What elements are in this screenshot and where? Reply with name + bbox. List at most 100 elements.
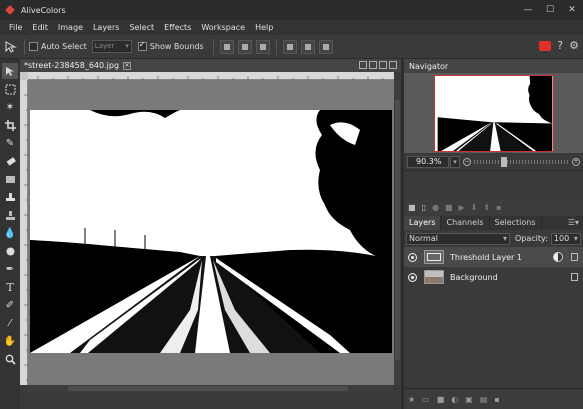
layer-row[interactable]: Threshold Layer 1 — [404, 247, 583, 267]
menu-layers[interactable]: Layers — [88, 20, 124, 35]
layer-name: Background — [450, 272, 498, 282]
layers-footer-toolbar: ★ ▭ ■ ◐ ▣ ▤ ▪ — [404, 388, 583, 409]
minimize-button[interactable]: — — [517, 0, 539, 20]
hand-icon[interactable]: ✋ — [2, 333, 18, 349]
auto-select-label: Auto Select — [41, 42, 87, 51]
adjustment-mask-icon[interactable] — [553, 252, 563, 262]
menu-workspace[interactable]: Workspace — [196, 20, 250, 35]
separator — [212, 38, 214, 55]
menu-image[interactable]: Image — [53, 20, 88, 35]
blend-mode-select[interactable]: Normal — [406, 232, 510, 245]
app-title: AliveColors — [21, 5, 66, 15]
zoom-out-icon[interactable]: − — [463, 157, 471, 166]
magic-wand-icon[interactable]: ✶ — [2, 99, 18, 115]
layer-dropdown[interactable]: Layer — [91, 40, 132, 53]
play-icon[interactable]: ▶ — [459, 203, 465, 212]
show-bounds-checkbox[interactable] — [137, 40, 147, 51]
record-icon[interactable]: ● — [432, 203, 439, 212]
menu-file[interactable]: File — [4, 20, 27, 35]
gradient-icon[interactable] — [2, 171, 18, 187]
vertical-scrollbar-thumb[interactable] — [395, 100, 400, 360]
move-icon[interactable] — [2, 63, 18, 79]
path-select-icon[interactable]: ✐ — [2, 297, 18, 313]
align-right-button[interactable] — [255, 39, 270, 54]
group-icon[interactable]: ■ — [437, 395, 445, 404]
pen-icon[interactable]: ✒ — [2, 261, 18, 277]
visibility-eye-icon[interactable] — [409, 253, 416, 261]
eraser-icon[interactable] — [2, 153, 18, 169]
align-left-button[interactable] — [219, 39, 234, 54]
tab-layers[interactable]: Layers — [404, 216, 442, 230]
trash-icon[interactable]: ▪ — [494, 395, 499, 404]
maximize-button[interactable]: ☐ — [539, 0, 561, 20]
panel-menu-icon[interactable]: ☰▾ — [568, 218, 579, 227]
upload-icon[interactable]: ⬆ — [483, 203, 490, 212]
layer-row[interactable]: Background — [404, 267, 583, 287]
empty-panel-area — [404, 170, 583, 198]
stamp-icon[interactable] — [2, 207, 18, 223]
text-icon[interactable]: T — [2, 279, 18, 295]
tab-channels[interactable]: Channels — [441, 216, 490, 230]
close-icon[interactable]: ✕ — [123, 61, 132, 70]
vertical-scrollbar[interactable] — [394, 80, 401, 385]
brush-icon[interactable]: ✎ — [2, 135, 18, 151]
zoom-input[interactable]: 90.3% — [407, 155, 449, 168]
trash-icon[interactable]: ▪ — [496, 203, 501, 212]
document-tab-title: *street-238458_640.jpg — [24, 61, 120, 70]
eyedropper-icon[interactable]: ⁄ — [2, 315, 18, 331]
gear-icon[interactable]: ⚙ — [569, 39, 579, 52]
chat-icon[interactable] — [539, 40, 552, 51]
close-button[interactable]: ✕ — [561, 0, 583, 20]
zoom-slider[interactable] — [474, 156, 569, 167]
grid-view-icon[interactable] — [369, 61, 377, 69]
mask-icon[interactable]: ◐ — [451, 395, 458, 404]
zoom-dropdown-arrow[interactable]: ▾ — [450, 155, 460, 168]
folder-icon[interactable]: ■ — [408, 203, 416, 212]
visibility-eye-icon[interactable] — [409, 273, 416, 281]
horizontal-scrollbar-thumb[interactable] — [68, 386, 348, 391]
menu-bar: File Edit Image Layers Select Effects Wo… — [0, 20, 583, 35]
vertical-ruler — [20, 80, 28, 385]
navigator-preview[interactable] — [404, 73, 583, 153]
tile-view-icon[interactable] — [379, 61, 387, 69]
marquee-icon[interactable] — [2, 81, 18, 97]
align-center-h-button[interactable] — [237, 39, 252, 54]
menu-edit[interactable]: Edit — [27, 20, 53, 35]
help-icon[interactable]: ? — [557, 39, 563, 52]
float-view-icon[interactable] — [389, 61, 397, 69]
layer-name: Threshold Layer 1 — [450, 252, 522, 262]
align-middle-button[interactable] — [300, 39, 315, 54]
duplicate-icon[interactable]: ▤ — [480, 395, 488, 404]
menu-effects[interactable]: Effects — [159, 20, 196, 35]
download-icon[interactable]: ⬇ — [471, 203, 478, 212]
stop-icon[interactable]: ■ — [445, 203, 453, 212]
align-bottom-button[interactable] — [318, 39, 333, 54]
menu-select[interactable]: Select — [124, 20, 159, 35]
zoom-in-icon[interactable]: + — [572, 157, 580, 166]
blur-icon[interactable]: 💧 — [2, 225, 18, 241]
align-top-button[interactable] — [282, 39, 297, 54]
auto-select-checkbox[interactable] — [29, 42, 38, 51]
navigator-thumbnail[interactable] — [434, 75, 554, 152]
zoom-slider-handle[interactable] — [500, 156, 507, 167]
crop-icon[interactable] — [2, 117, 18, 133]
clone-stamp-icon[interactable] — [2, 189, 18, 205]
dodge-icon[interactable] — [2, 243, 18, 259]
new-document-icon[interactable]: ▯ — [422, 203, 426, 212]
move-tool-preset-icon[interactable] — [2, 38, 20, 56]
menu-help[interactable]: Help — [250, 20, 278, 35]
horizontal-scrollbar[interactable] — [28, 385, 394, 392]
image-canvas[interactable] — [30, 110, 392, 353]
tab-selections[interactable]: Selections — [490, 216, 542, 230]
lock-icon[interactable] — [571, 273, 578, 281]
document-tab[interactable]: *street-238458_640.jpg ✕ — [20, 59, 401, 72]
zoom-icon[interactable] — [2, 351, 18, 367]
adjustment-icon[interactable]: ▣ — [465, 395, 473, 404]
document-icon[interactable] — [359, 61, 367, 69]
lock-icon[interactable] — [571, 253, 578, 261]
threshold-thumbnail-icon — [424, 250, 444, 264]
new-layer-icon[interactable]: ▭ — [422, 395, 430, 404]
app-logo-icon — [5, 5, 15, 15]
opacity-input[interactable]: 100 — [550, 232, 581, 245]
favorite-icon[interactable]: ★ — [408, 395, 415, 404]
